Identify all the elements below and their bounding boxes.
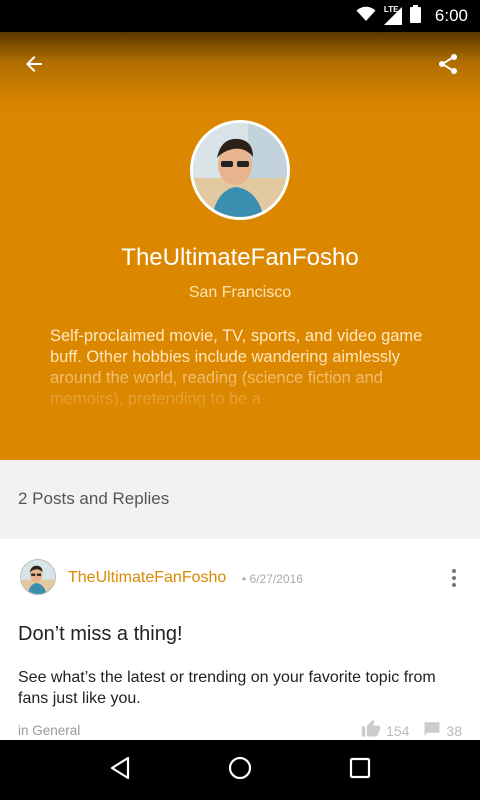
profile-username: TheUltimateFanFosho <box>121 244 359 271</box>
post-card[interactable]: TheUltimateFanFosho • 6/27/2016 Don’t mi… <box>0 539 480 740</box>
post-author-name[interactable]: TheUltimateFanFosho <box>68 569 226 587</box>
post-stats: 154 38 <box>361 719 462 742</box>
share-icon <box>436 52 460 81</box>
post-body: See what’s the latest or trending on you… <box>18 669 436 707</box>
post-author-avatar[interactable] <box>20 559 56 595</box>
nav-back-icon <box>109 756 131 785</box>
profile-bio: Self-proclaimed movie, TV, sports, and v… <box>50 327 423 408</box>
status-bar: LTE 6:00 <box>0 0 480 32</box>
profile-avatar[interactable] <box>190 120 290 220</box>
nav-back-button[interactable] <box>96 746 144 794</box>
system-nav-bar <box>0 740 480 800</box>
posts-count-label: 2 Posts and Replies <box>18 489 170 508</box>
profile-location: San Francisco <box>188 284 292 301</box>
comment-icon <box>423 720 441 741</box>
comment-count: 38 <box>446 722 462 739</box>
wifi-icon <box>356 6 376 27</box>
post-category[interactable]: in General <box>18 723 80 738</box>
profile-header: TheUltimateFanFosho San Francisco Self-p… <box>0 32 480 460</box>
post-date: • 6/27/2016 <box>242 572 303 586</box>
nav-home-icon <box>227 755 253 786</box>
more-vert-icon <box>452 569 456 573</box>
lte-signal-icon: LTE <box>383 5 402 25</box>
post-title: Don’t miss a thing! <box>18 623 183 645</box>
like-count: 154 <box>386 722 410 739</box>
arrow-back-icon <box>22 52 46 81</box>
nav-recents-button[interactable] <box>336 746 384 794</box>
share-button[interactable] <box>424 42 472 90</box>
back-button[interactable] <box>10 42 58 90</box>
comment-button[interactable]: 38 <box>423 719 462 742</box>
more-options-button[interactable] <box>442 563 466 593</box>
like-button[interactable]: 154 <box>361 719 409 742</box>
status-time: 6:00 <box>434 6 468 25</box>
thumb-up-icon <box>361 719 381 742</box>
nav-recents-icon <box>349 757 371 784</box>
nav-home-button[interactable] <box>216 746 264 794</box>
network-type-label: LTE <box>383 5 399 14</box>
battery-icon <box>409 4 421 28</box>
